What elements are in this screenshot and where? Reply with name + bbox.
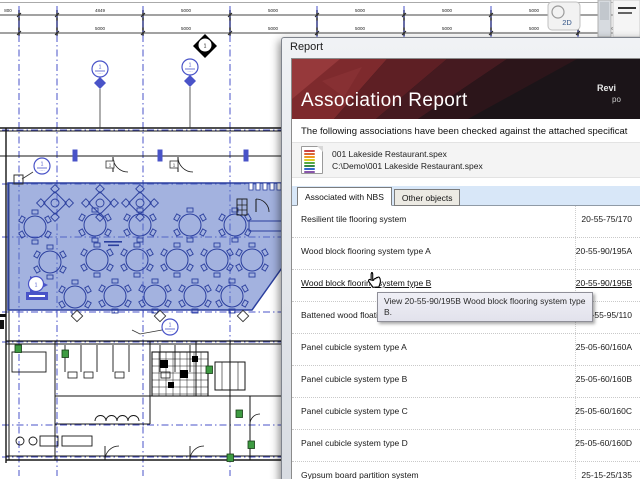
association-code: 25-05-60/160B [570,374,632,384]
association-code: 20-55-75/170 [570,214,632,224]
association-row[interactable]: Wood block flooring system type A 20-55-9… [292,238,640,270]
association-label: Resilient tile flooring system [301,214,406,224]
association-label: Panel cubicle system type D [301,438,408,448]
svg-text:1: 1 [99,65,102,71]
report-tabstrip: Associated with NBS Other objects [292,186,640,206]
svg-text:5000: 5000 [181,8,192,13]
report-banner-title: Association Report [301,90,468,112]
association-code[interactable]: 20-55-90/195B [570,278,632,288]
association-list: Resilient tile flooring system 20-55-75/1… [292,206,640,479]
svg-text:5000: 5000 [355,26,366,31]
svg-text:1: 1 [35,283,38,289]
association-row[interactable]: Panel cubicle system type C 25-05-60/160C [292,398,640,430]
svg-text:1: 1 [204,44,207,50]
banner-right-text-2: po [612,95,621,104]
svg-text:5000: 5000 [529,26,540,31]
association-label: Panel cubicle system type A [301,342,407,352]
association-row[interactable]: Resilient tile flooring system 20-55-75/1… [292,206,640,238]
svg-text:5000: 5000 [442,26,453,31]
svg-text:····: ···· [187,69,192,74]
svg-text:5000: 5000 [268,26,279,31]
association-label: Gypsum board partition system [301,470,419,479]
hand-cursor-icon [364,271,383,293]
spec-file-name: 001 Lakeside Restaurant.spex [332,148,483,160]
association-row[interactable]: Panel cubicle system type A 25-05-60/160A [292,334,640,366]
svg-text:1: 1 [189,63,192,69]
app-screen: 800 4849 5000 5000 5000 5000 5000 5000 5000 5000 5… [0,0,640,479]
association-row[interactable]: Panel cubicle system type B 25-05-60/160B [292,366,640,398]
association-code: 25-05-60/160A [570,342,632,352]
association-code: 25-05-60/160D [570,438,632,448]
association-code: 25-15-25/135 [570,470,632,479]
report-dialog-title: Report [290,41,323,53]
association-label: Wood block flooring system type A [301,246,431,256]
association-row[interactable]: Panel cubicle system type D 25-05-60/160D [292,430,640,462]
svg-text:4849: 4849 [95,8,106,13]
spec-file-row: 001 Lakeside Restaurant.spex C:\Demo\001… [292,142,640,178]
association-label: Panel cubicle system type C [301,406,408,416]
association-code: 25-05-60/160C [570,406,632,416]
svg-text:5000: 5000 [355,8,366,13]
association-label: Panel cubicle system type B [301,374,407,384]
svg-text:····: ···· [97,71,102,76]
svg-text:2D: 2D [562,18,572,27]
svg-text:1: 1 [41,162,44,168]
association-code: 20-55-90/195A [570,246,632,256]
link-tooltip: View 20-55-90/195B Wood block flooring s… [377,292,593,322]
report-intro-text: The following associations have been che… [292,119,640,137]
svg-text:800: 800 [4,8,12,13]
tab-associated-with-nbs[interactable]: Associated with NBS [297,187,392,206]
svg-text:5000: 5000 [442,8,453,13]
svg-text:5000: 5000 [95,26,106,31]
svg-text:1: 1 [169,323,172,329]
spex-file-icon [301,146,323,174]
svg-text:····: ···· [167,329,172,334]
svg-text:····: ···· [39,168,44,173]
report-dialog-titlebar[interactable]: Report [282,38,640,60]
spec-file-path: C:\Demo\001 Lakeside Restaurant.spex [332,160,483,172]
association-row[interactable]: Gypsum board partition system 25-15-25/13… [292,462,640,479]
report-banner: Association Report Revi po [292,59,640,119]
tab-other-objects[interactable]: Other objects [394,189,461,206]
report-dialog-body: Association Report Revi po The following… [291,58,640,479]
svg-text:5000: 5000 [529,8,540,13]
svg-text:5000: 5000 [268,8,279,13]
svg-text:5000: 5000 [181,26,192,31]
report-dialog: Report Association Report Revi po The fo… [281,37,640,479]
banner-right-text-1: Revi [597,83,616,93]
